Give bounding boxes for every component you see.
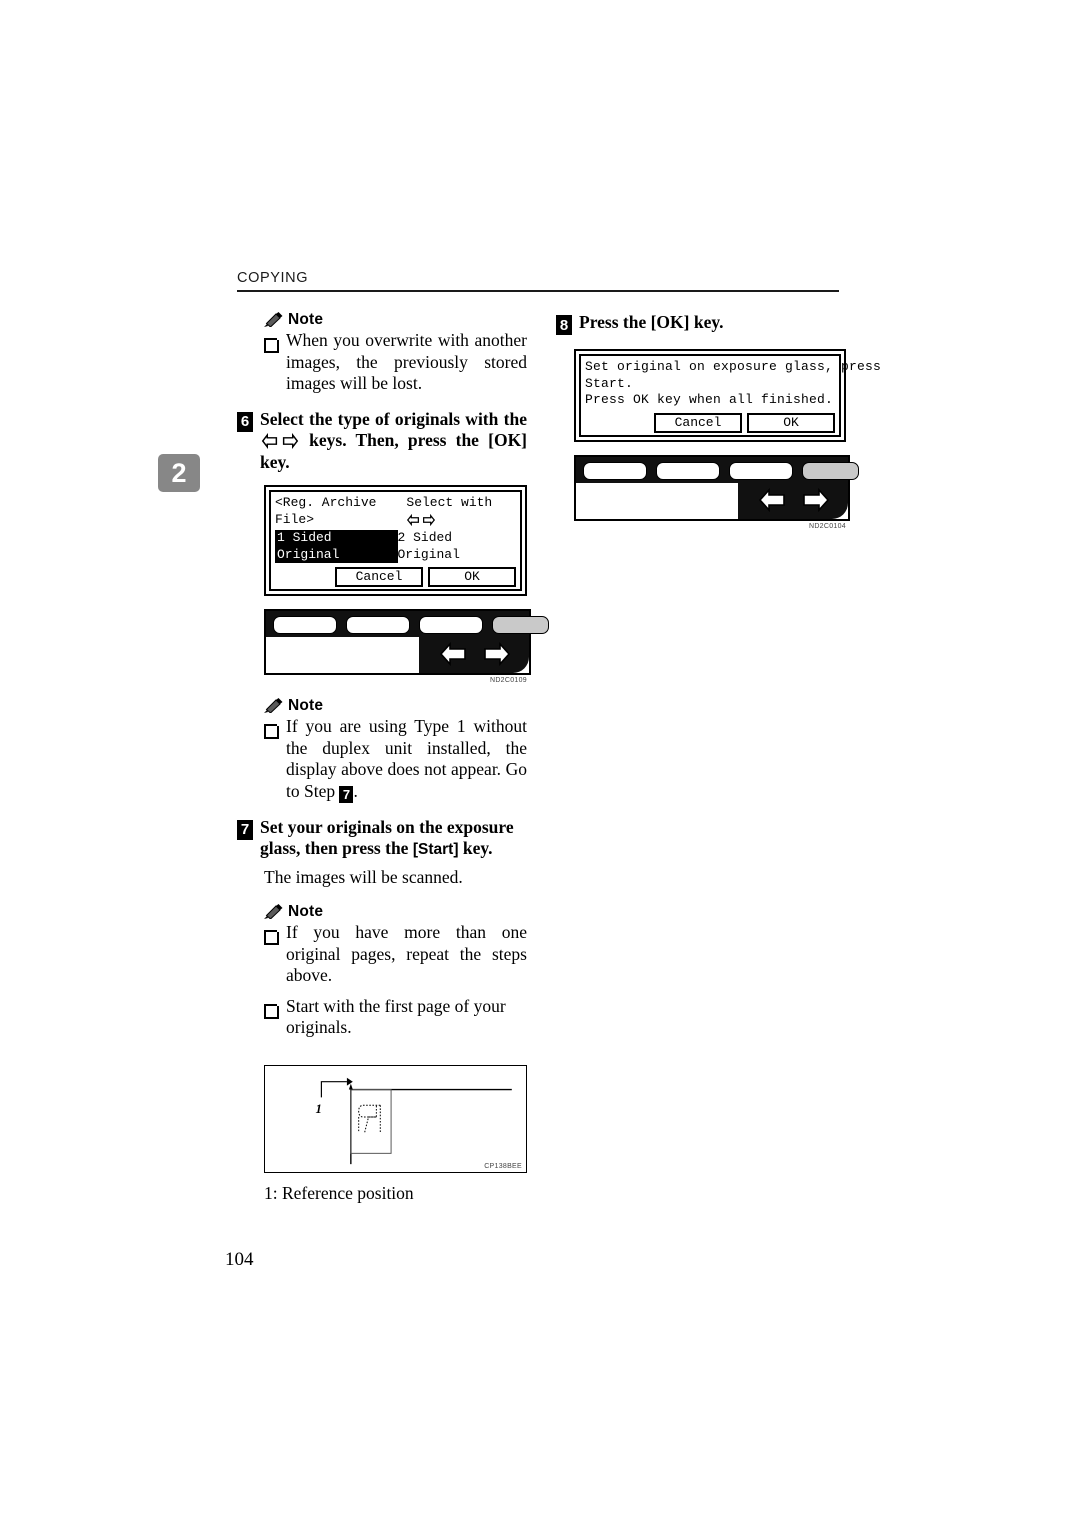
chapter-number: 2 [171, 457, 187, 488]
lcd-title: <Reg. Archive File> [275, 495, 377, 527]
note-bullet-icon [264, 337, 280, 353]
lcd-button-row: Cancel OK [275, 567, 516, 587]
step-7: 7 Set your originals on the exposure gla… [237, 817, 527, 861]
lcd-ok-button[interactable]: OK [428, 567, 516, 587]
control-panel-key-4[interactable] [802, 461, 859, 480]
lcd-screen-archive-file: <Reg. Archive File> Select with 1 Sided … [264, 485, 527, 596]
note-item: If you are using Type 1 without the dupl… [264, 716, 527, 803]
note-item-text: Start with the first page of your origin… [286, 995, 506, 1038]
lcd-ok-button[interactable]: OK [747, 412, 835, 433]
control-panel-key-3[interactable] [419, 616, 483, 634]
running-header: COPYING [237, 270, 839, 292]
right-arrow-key-icon[interactable] [479, 641, 513, 667]
step-7-body: The images will be scanned. [264, 866, 463, 887]
left-column: Note When you overwrite with another ima… [237, 312, 549, 1204]
lcd-cancel-button[interactable]: Cancel [654, 412, 742, 433]
start-key-text: Start [418, 841, 454, 859]
manual-page: COPYING 2 Note When you overwrite with a… [0, 0, 1080, 1528]
chapter-tab: 2 [158, 454, 200, 492]
pencil-icon [264, 904, 283, 920]
step-number-badge: 8 [556, 315, 572, 335]
note-heading: Note [264, 311, 527, 328]
note-bullet-icon [264, 1002, 280, 1019]
lcd-arrow-keys-icon [406, 513, 436, 526]
step-7-text-part2: key. [462, 838, 493, 859]
step-8-figure: Set original on exposure glass, press St… [574, 349, 882, 530]
note-heading: Note [264, 697, 527, 714]
step-6-text-part2: keys. Then, press the [309, 430, 479, 450]
note-item-text: When you overwrite with another images, … [286, 330, 527, 393]
left-arrow-key-icon[interactable] [437, 641, 471, 667]
reference-position-caption: 1: Reference position [264, 1182, 414, 1203]
step-6: 6 Select the type of originals with the … [237, 409, 527, 474]
step-6-text: Select the type of originals with the ke… [260, 409, 527, 474]
lcd-message-line-2: Start. [585, 375, 634, 391]
note-label: Note [288, 697, 324, 714]
note-2-text-b: . [353, 780, 358, 801]
reference-position-figure-block: 1 CP138BEE 1: Reference position [264, 1064, 527, 1204]
note-block-1: Note When you overwrite with another ima… [237, 312, 527, 395]
control-panel-key-4[interactable] [492, 616, 549, 634]
lcd-hint: Select with [406, 495, 493, 510]
pencil-icon [264, 312, 283, 328]
note-heading: Note [264, 903, 527, 921]
lcd-message-line-1: Set original on exposure glass, press [585, 359, 882, 374]
lcd-cancel-button[interactable]: Cancel [335, 567, 423, 587]
note-label: Note [288, 903, 324, 921]
figure-code-reference: CP138BEE [484, 1162, 522, 1170]
step-number-badge: 7 [237, 819, 253, 840]
note-block-3: Note If you have more than one original … [237, 904, 527, 1039]
control-panel-figure [264, 609, 549, 675]
lcd-option-1-sided[interactable]: 1 Sided Original [275, 530, 398, 563]
page-number: 104 [225, 1249, 254, 1270]
start-key-label: [Start] [412, 841, 459, 859]
lcd-inner: Set original on exposure glass, press St… [579, 354, 882, 437]
note-bullet-icon [264, 929, 280, 946]
step-7-text: Set your originals on the exposure glass… [260, 817, 527, 861]
right-arrow-key-icon[interactable] [798, 487, 832, 513]
control-panel-key-3[interactable] [729, 461, 793, 480]
step-number-badge: 6 [237, 411, 253, 432]
lcd-inner: <Reg. Archive File> Select with 1 Sided … [269, 490, 522, 591]
header-rule [237, 290, 839, 292]
note-label: Note [288, 311, 324, 328]
note-item-text: If you have more than one original pages… [286, 922, 527, 986]
lcd-message-line-3: Press OK key when all finished. [585, 392, 834, 407]
note-block-2: Note If you are using Type 1 without the… [237, 698, 527, 803]
inline-step-badge: 7 [339, 785, 354, 803]
note-item: Start with the first page of your origin… [264, 996, 527, 1039]
left-arrow-key-icon[interactable] [756, 487, 790, 513]
note-bullet-icon [264, 723, 280, 739]
control-panel-key-2[interactable] [346, 616, 410, 634]
reference-position-figure: 1 CP138BEE [264, 1064, 527, 1173]
svg-text:1: 1 [316, 1102, 322, 1116]
lcd-options-row: 1 Sided Original 2 Sided Original [275, 530, 516, 563]
figure-code-step-6: ND2C0109 [489, 677, 527, 684]
note-item: When you overwrite with another images, … [264, 330, 527, 395]
lcd-button-row: Cancel OK [585, 412, 835, 433]
step-6-figure: <Reg. Archive File> Select with 1 Sided … [264, 485, 549, 684]
control-panel-key-1[interactable] [583, 461, 647, 480]
lcd-title-row: <Reg. Archive File> Select with [275, 495, 516, 528]
control-panel-figure [574, 454, 859, 521]
lcd-hint-group: Select with [406, 495, 516, 528]
step-8: 8 Press the [OK] key. [556, 312, 846, 335]
note-2-text-a: If you are using Type 1 without the dupl… [286, 716, 527, 801]
header-title: COPYING [237, 270, 309, 286]
step-8-text: Press the [OK] key. [579, 312, 724, 332]
arrow-keys-icon [260, 433, 300, 449]
lcd-option-2-sided[interactable]: 2 Sided Original [398, 530, 517, 563]
pencil-icon [264, 698, 283, 714]
lcd-screen-set-original: Set original on exposure glass, press St… [574, 349, 882, 442]
control-panel-key-2[interactable] [656, 461, 720, 480]
figure-code-step-8: ND2C0104 [808, 522, 846, 530]
control-panel-key-1[interactable] [273, 616, 337, 634]
note-item: If you have more than one original pages… [264, 922, 527, 987]
right-column: 8 Press the [OK] key. Set original on ex… [556, 312, 882, 530]
note-item-text: If you are using Type 1 without the dupl… [286, 716, 527, 803]
step-6-text-part1: Select the type of originals with the [260, 408, 527, 429]
